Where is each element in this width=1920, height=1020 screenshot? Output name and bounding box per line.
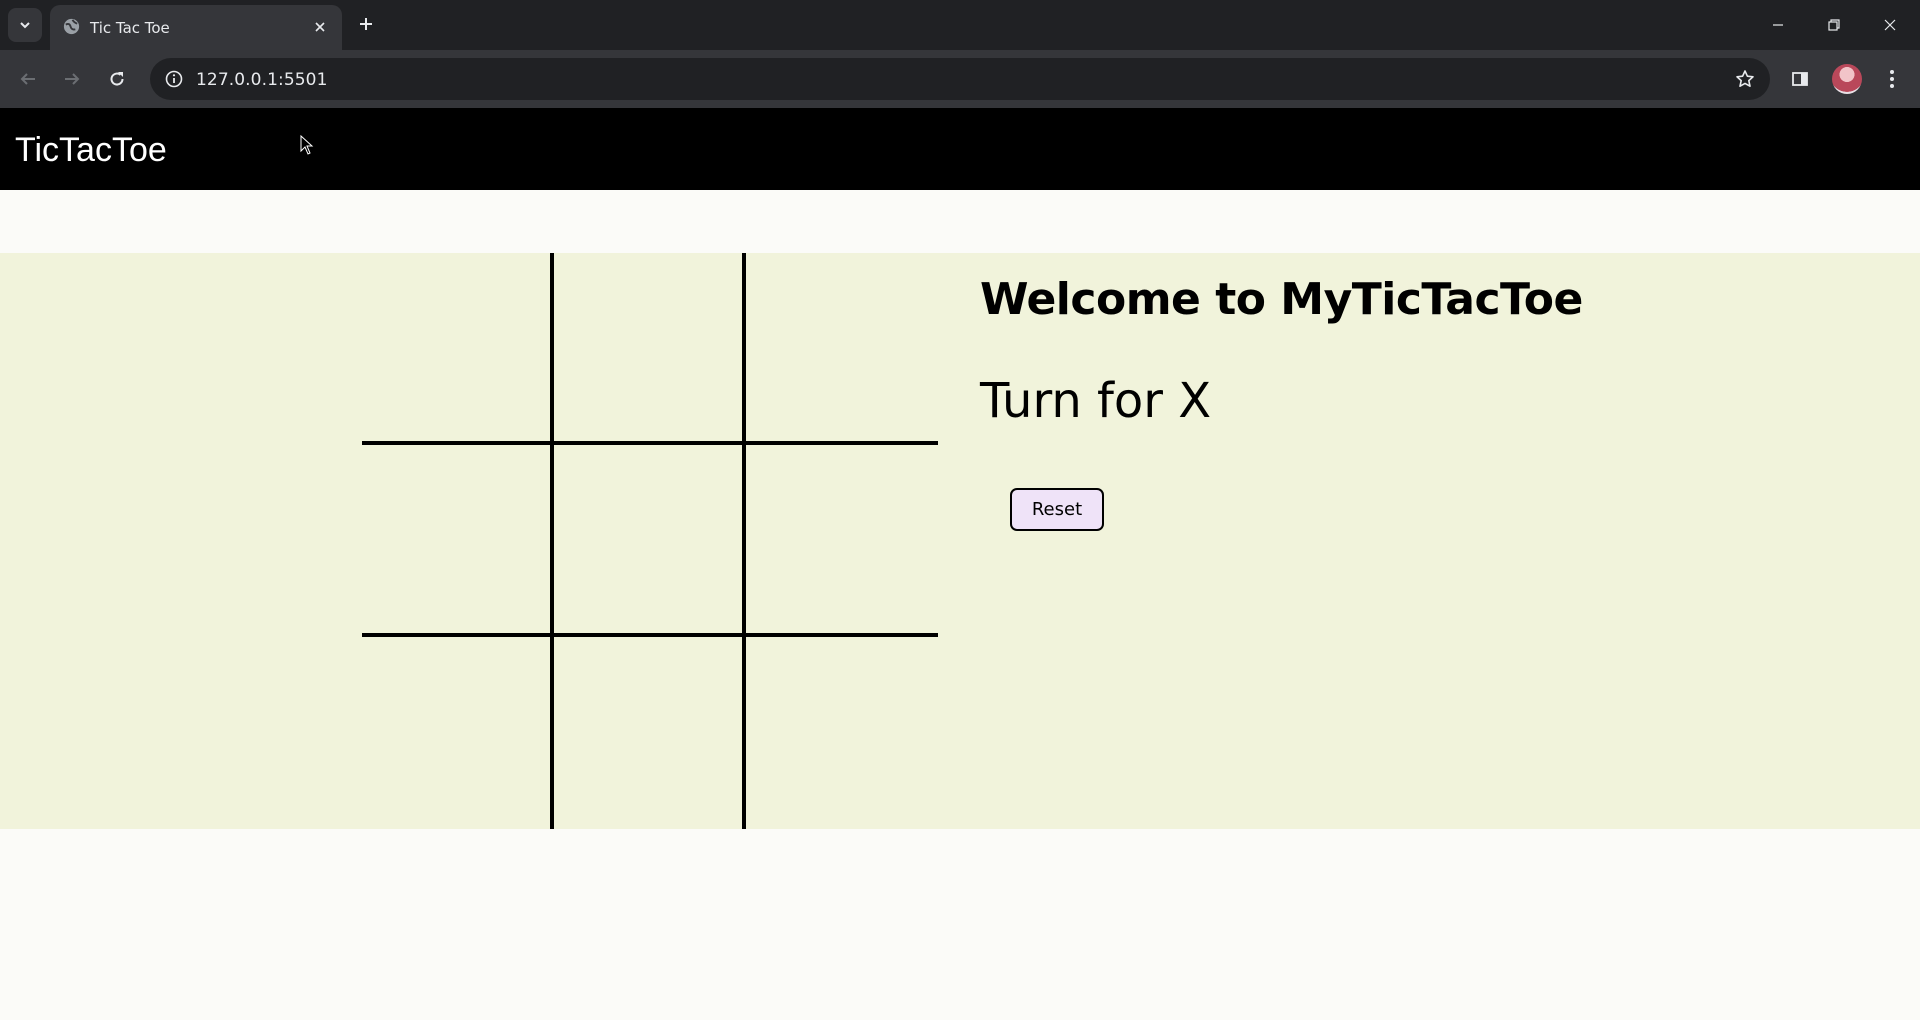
browser-toolbar: 127.0.0.1:5501 [0,50,1920,108]
back-button[interactable] [12,63,44,95]
browser-tab-strip: Tic Tac Toe [0,0,1920,50]
board-cell[interactable] [554,445,746,637]
reset-button[interactable]: Reset [1010,488,1104,531]
brand-title[interactable]: TicTacToe [15,131,167,170]
back-icon [20,73,35,85]
new-tab-button[interactable] [354,12,378,36]
browser-tab[interactable]: Tic Tac Toe [50,5,342,50]
board-cell[interactable] [362,445,554,637]
tab-close-button[interactable] [310,17,330,37]
close-icon [315,22,325,32]
reload-button[interactable] [101,63,133,95]
forward-button[interactable] [56,63,88,95]
app-navbar: TicTacToe [0,108,1920,190]
chevron-down-icon [20,22,30,29]
game-area: Welcome to MyTicTacToe Turn for X Reset [0,253,1920,829]
board-cell[interactable] [554,637,746,829]
minimize-icon [1773,24,1783,26]
bookmark-button[interactable] [1732,66,1758,92]
browser-menu-button[interactable] [1876,63,1908,95]
window-close-button[interactable] [1862,0,1918,50]
plus-icon [360,18,372,30]
window-restore-button[interactable] [1806,0,1862,50]
board-cell[interactable] [554,253,746,445]
game-board [362,253,938,829]
restore-icon [1828,19,1840,31]
side-panel-button[interactable] [1784,63,1816,95]
welcome-heading: Welcome to MyTicTacToe [980,274,1583,325]
url-text: 127.0.0.1:5501 [196,70,328,90]
board-cell[interactable] [746,637,938,829]
globe-icon [63,18,80,35]
board-cell[interactable] [362,637,554,829]
tab-search-button[interactable] [8,8,42,42]
board-cell[interactable] [362,253,554,445]
site-info-icon [165,70,183,88]
mouse-cursor-icon [300,135,314,155]
turn-indicator: Turn for X [980,373,1212,429]
site-info-button[interactable] [160,65,188,93]
game-info: Welcome to MyTicTacToe Turn for X Reset [980,273,1780,531]
address-bar[interactable]: 127.0.0.1:5501 [150,58,1770,100]
side-panel-icon [1792,72,1808,86]
window-minimize-button[interactable] [1750,0,1806,50]
avatar[interactable] [1832,64,1862,94]
reload-icon [110,72,124,86]
board-cell[interactable] [746,253,938,445]
kebab-menu-icon [1890,70,1894,88]
tab-title: Tic Tac Toe [90,19,170,37]
forward-icon [65,73,80,85]
window-close-icon [1884,19,1896,31]
board-cell[interactable] [746,445,938,637]
star-icon [1736,70,1754,87]
